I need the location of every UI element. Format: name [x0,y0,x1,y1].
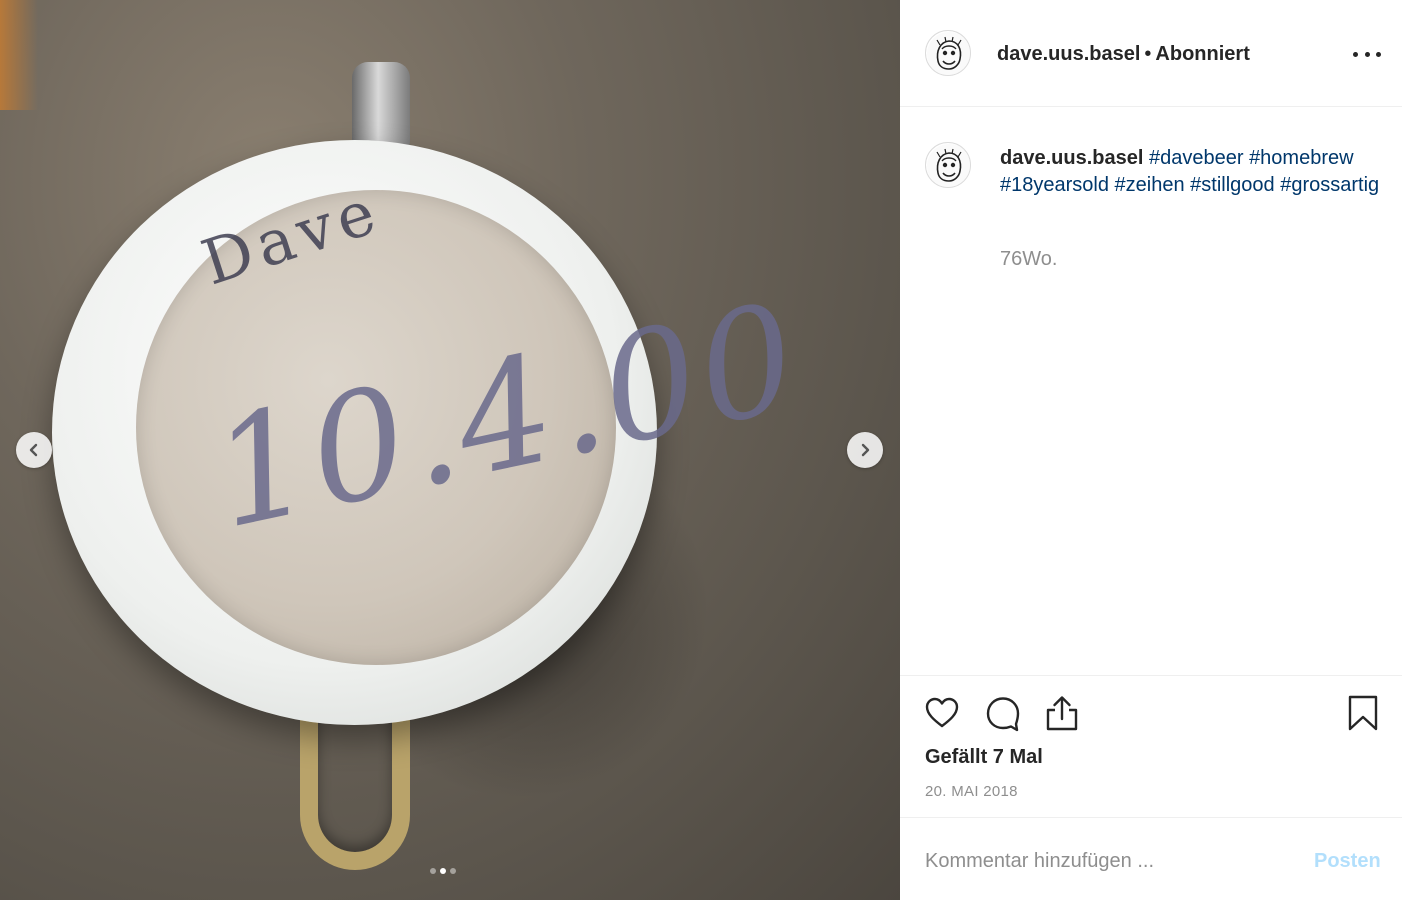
caption-time-ago[interactable]: 76Wo. [1000,248,1057,271]
carousel-dot [450,868,456,874]
more-horizontal-icon [1376,51,1381,57]
avatar[interactable] [925,30,971,76]
separator-dot: • [1144,43,1152,65]
header-username-row: dave.uus.basel • Abonniert [997,43,1250,66]
bookmark-icon [1348,695,1378,731]
heart-icon [925,697,959,728]
comment-icon [986,697,1020,732]
header-username[interactable]: dave.uus.basel [997,43,1140,65]
action-bar: Gefällt 7 Mal 20. MAI 2018 [900,675,1402,817]
post-image[interactable]: Dave 10.4.00 [0,0,900,900]
post-date[interactable]: 20. MAI 2018 [925,783,1018,800]
swing-top-clasp [300,700,410,870]
save-button[interactable] [1343,693,1383,733]
carousel-next-button[interactable] [847,432,883,468]
carousel-dot-active [440,868,446,874]
post-comment-button[interactable]: Posten [1314,850,1381,873]
hashtag-link[interactable]: #grossartig [1280,174,1379,196]
more-horizontal-icon [1364,51,1370,57]
caption-username[interactable]: dave.uus.basel [1000,147,1143,169]
carousel-prev-button[interactable] [16,432,52,468]
comment-button[interactable] [983,693,1023,733]
more-options-button[interactable] [1353,44,1381,64]
likes-count[interactable]: Gefällt 7 Mal [925,746,1043,769]
comment-form: Posten [900,817,1402,900]
comment-input[interactable] [925,846,1285,876]
carousel-indicator [430,868,456,874]
avatar-sketch-icon [927,144,970,187]
hashtag-link[interactable]: #zeihen [1115,174,1185,196]
post-sidebar: dave.uus.basel • Abonniert dave.uus.basel … [900,0,1402,900]
caption-text: dave.uus.basel #davebeer #homebrew #18ye… [1000,145,1380,199]
hashtag-link[interactable]: #davebeer [1149,147,1244,169]
more-horizontal-icon [1353,51,1358,57]
share-icon [1046,696,1078,731]
follow-status[interactable]: Abonniert [1155,43,1249,65]
hashtag-link[interactable]: #homebrew [1249,147,1354,169]
share-button[interactable] [1042,693,1082,733]
chevron-left-icon [29,443,38,457]
avatar-sketch-icon [927,32,970,75]
like-button[interactable] [922,693,962,733]
avatar[interactable] [925,142,971,188]
background-orange-edge [0,0,38,110]
carousel-dot [430,868,436,874]
hashtag-link[interactable]: #stillgood [1190,174,1275,196]
post-header: dave.uus.basel • Abonniert [900,0,1402,107]
hashtag-link[interactable]: #18yearsold [1000,174,1109,196]
chevron-right-icon [861,443,870,457]
